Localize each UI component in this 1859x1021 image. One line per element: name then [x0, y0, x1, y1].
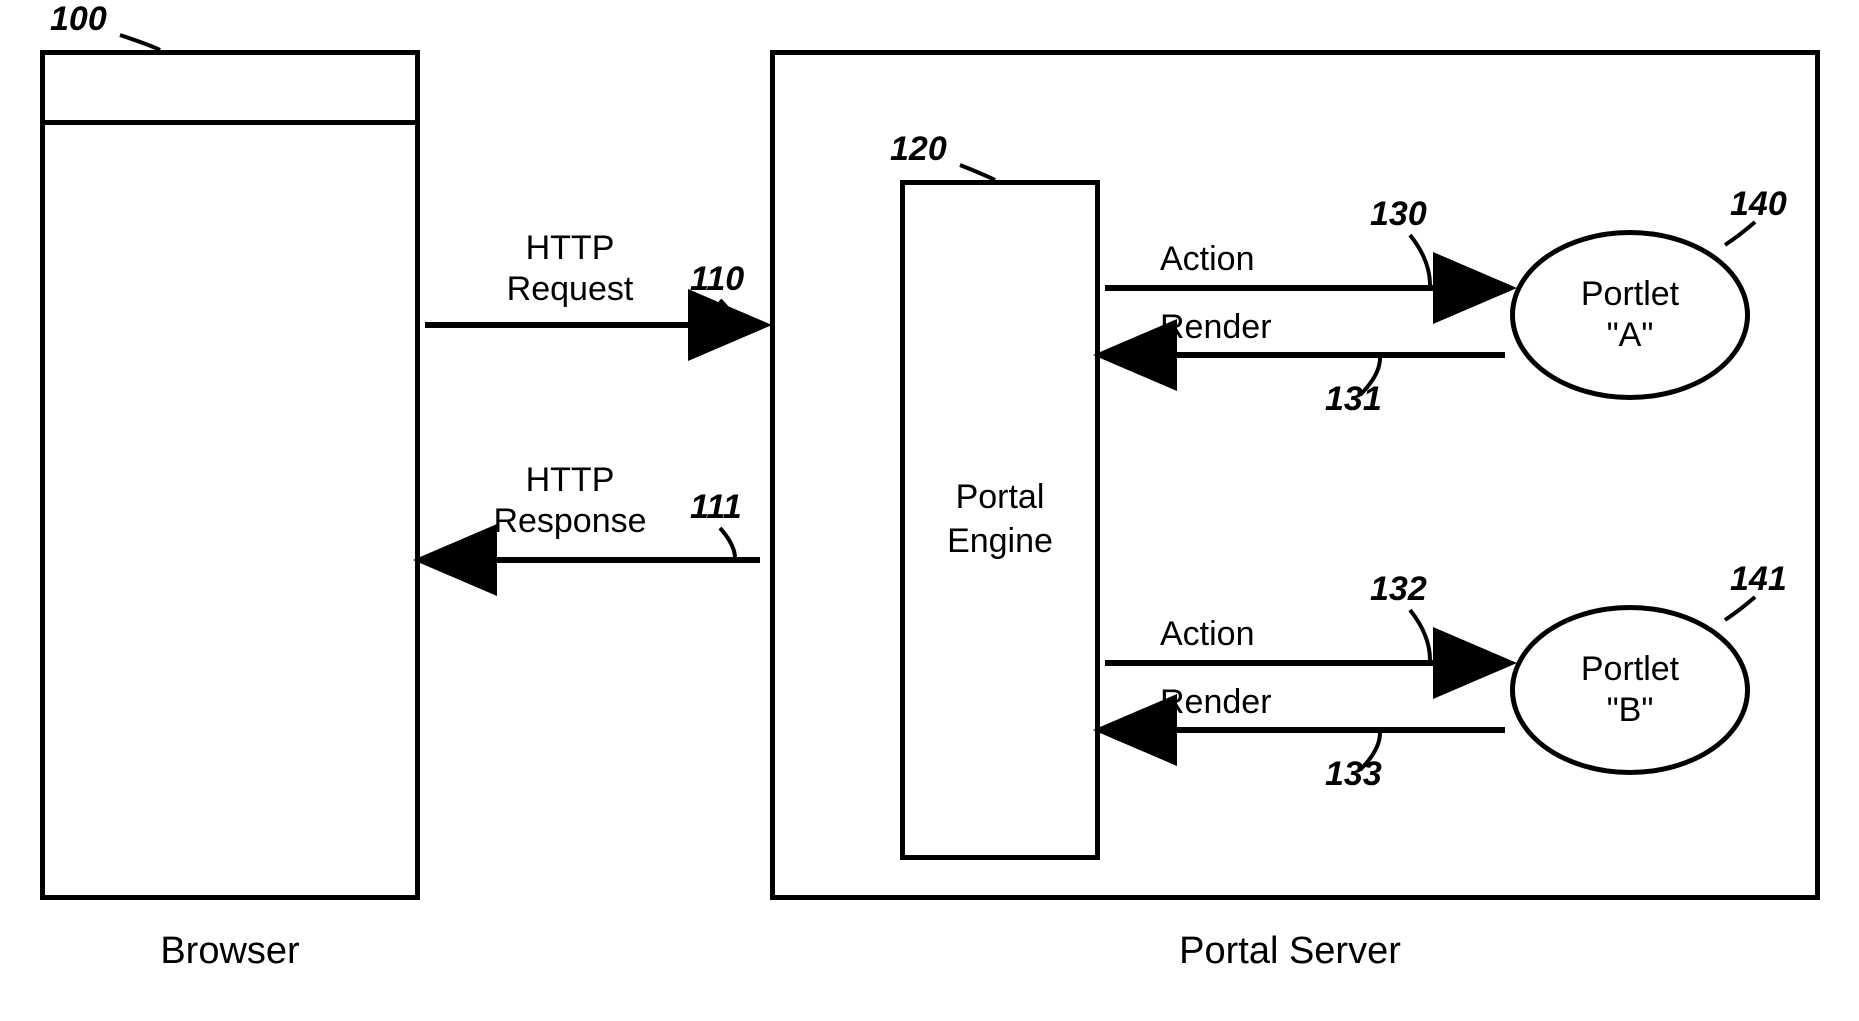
render-b-label: Render — [1160, 683, 1272, 722]
http-response-l1: HTTP — [526, 461, 615, 499]
portal-server-caption: Portal Server — [1100, 930, 1480, 973]
ref-100: 100 — [50, 0, 107, 39]
action-b-text: Action — [1160, 615, 1255, 653]
ref-141: 141 — [1730, 560, 1787, 599]
portlet-b-ellipse: Portlet "B" — [1510, 605, 1750, 775]
browser-box — [40, 50, 420, 900]
http-request-label: HTTP Request — [470, 228, 670, 310]
browser-caption: Browser — [120, 930, 340, 973]
http-request-l1: HTTP — [526, 229, 615, 267]
ref-133: 133 — [1325, 755, 1382, 794]
portal-engine-label: Portal Engine — [920, 475, 1080, 563]
action-a-label: Action — [1160, 240, 1255, 279]
ref-132: 132 — [1370, 570, 1427, 609]
ref-111: 111 — [690, 488, 742, 527]
ref-140: 140 — [1730, 185, 1787, 224]
portlet-a-label-1: Portlet — [1581, 275, 1679, 313]
http-request-l2: Request — [507, 270, 634, 308]
portlet-a-ellipse: Portlet "A" — [1510, 230, 1750, 400]
ref-120: 120 — [890, 130, 947, 169]
render-a-text: Render — [1160, 308, 1272, 346]
action-a-text: Action — [1160, 240, 1255, 278]
http-response-l2: Response — [493, 502, 646, 540]
browser-titlebar — [40, 50, 420, 125]
ref-130: 130 — [1370, 195, 1427, 234]
render-a-label: Render — [1160, 308, 1272, 347]
http-response-label: HTTP Response — [460, 460, 680, 542]
portlet-b-label-2: "B" — [1607, 691, 1654, 729]
ref-131: 131 — [1325, 380, 1382, 419]
action-b-label: Action — [1160, 615, 1255, 654]
render-b-text: Render — [1160, 683, 1272, 721]
portlet-a-label-2: "A" — [1607, 316, 1654, 354]
portal-engine-text-1: Portal Engine — [947, 478, 1053, 560]
portlet-b-label-1: Portlet — [1581, 650, 1679, 688]
ref-110: 110 — [690, 260, 744, 299]
